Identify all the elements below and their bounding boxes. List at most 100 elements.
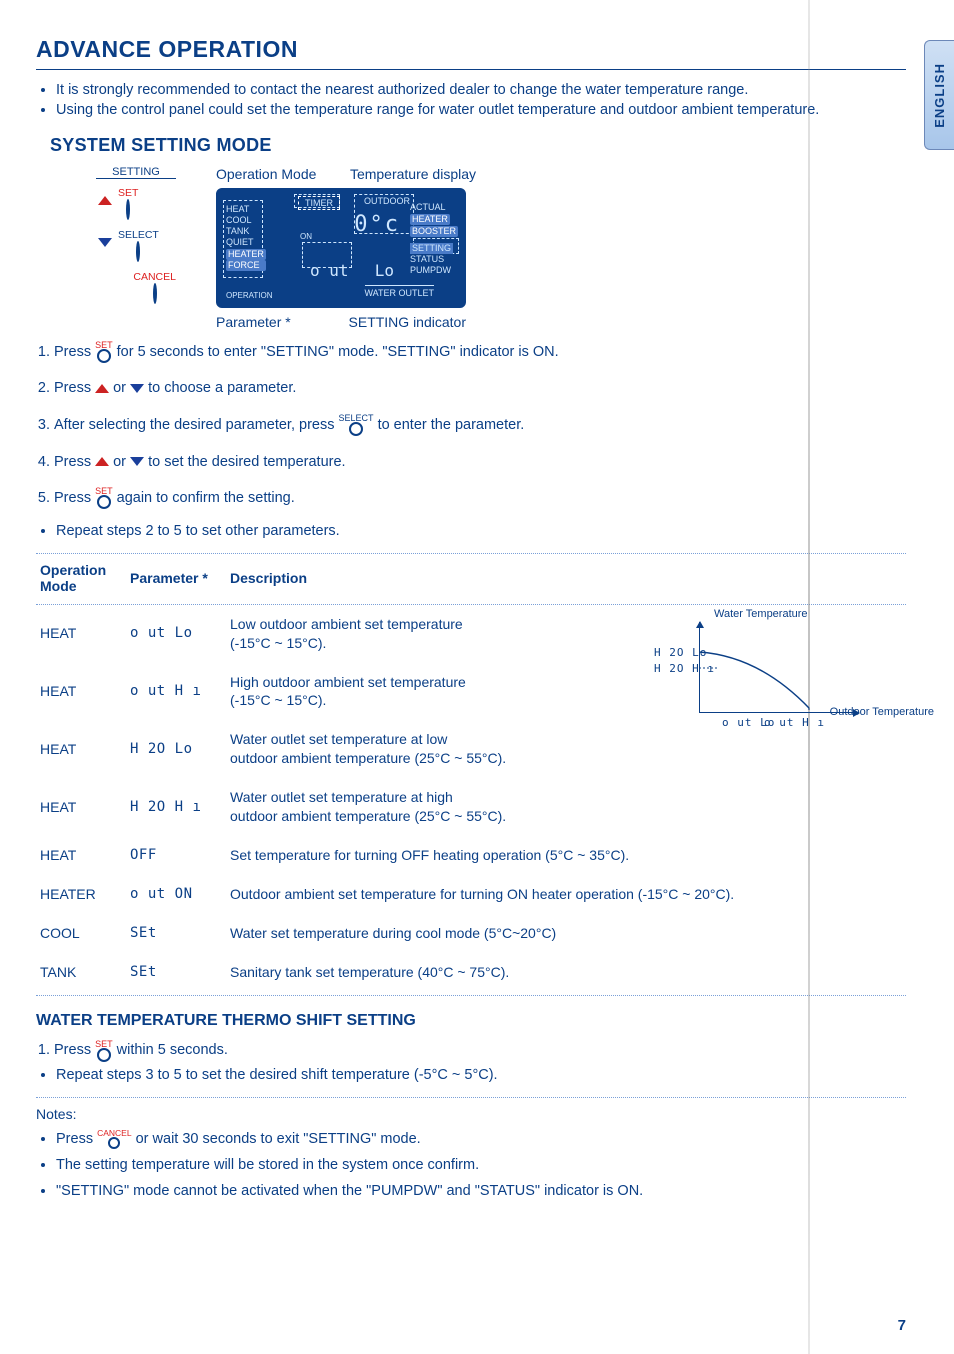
notes-header: Notes: [36,1106,906,1122]
cell-parameter: o ut H ı [126,663,226,721]
table-row: COOLSEtWater set temperature during cool… [36,914,906,953]
thermo-repeat: Repeat steps 3 to 5 to set the desired s… [56,1067,906,1083]
graph-ylabel: Water Temperature [714,608,808,620]
cell-mode: COOL [36,914,126,953]
down-icon-2 [130,457,144,466]
step-1: Press SET for 5 seconds to enter "SETTIN… [54,340,906,365]
step-5: Press SET again to confirm the setting. [54,486,906,511]
dotted-rule-3 [36,1097,906,1098]
step-3: After selecting the desired parameter, p… [54,413,906,438]
cell-parameter: OFF [126,836,226,875]
mode-quiet: QUIET [226,237,266,248]
cancel-label: CANCEL [133,271,176,283]
mode-heater: HEATER [226,249,266,260]
cell-description: Outdoor ambient set temperature for turn… [226,875,906,914]
cancel-circle-icon [153,283,157,304]
note-2: The setting temperature will be stored i… [56,1152,906,1178]
cell-description: Sanitary tank set temperature (40°C ~ 75… [226,953,906,992]
cell-mode: HEATER [36,875,126,914]
up-icon [95,384,109,393]
cell-description: Water outlet set temperature at high out… [226,778,906,836]
ind-actual: ACTUAL [410,202,446,212]
language-label: ENGLISH [932,63,947,128]
cell-mode: HEAT [36,720,126,778]
cell-mode: HEAT [36,663,126,721]
panel-top-right-label: Temperature display [350,166,476,182]
repeat-note: Repeat steps 2 to 5 to set other paramet… [56,523,906,539]
table-row: HEATH 2O H ıWater outlet set temperature… [36,778,906,836]
page-title: ADVANCE OPERATION [36,36,906,70]
graph-xlabel: Outdoor Temperature [830,706,934,718]
notes-list: Press CANCEL or wait 30 seconds to exit … [36,1126,906,1204]
select-label: SELECT [118,229,159,241]
timer-label: TIMER [298,196,340,210]
mode-heat: HEAT [226,204,266,215]
operation-label: OPERATION [226,291,273,300]
cancel-icon: CANCEL [97,1129,131,1149]
instruction-steps: Press SET for 5 seconds to enter "SETTIN… [36,340,906,511]
cell-parameter: SEt [126,953,226,992]
cell-parameter: SEt [126,914,226,953]
th-description: Description [226,554,906,600]
outdoor-label: OUTDOOR [364,196,410,206]
section-system-setting-mode: SYSTEM SETTING MODE [50,135,906,156]
panel-bottom-left-label: Parameter * [216,314,291,330]
ind-status: STATUS [410,254,444,264]
mode-force: FORCE [226,260,266,271]
panel-top-left-label: Operation Mode [216,166,316,182]
note-3: "SETTING" mode cannot be activated when … [56,1178,906,1204]
th-parameter: Parameter * [126,554,226,600]
up-icon-2 [95,457,109,466]
th-operation-mode: Operation Mode [36,554,126,600]
cell-parameter: H 2O H ı [126,778,226,836]
select-circle-icon [136,241,140,262]
table-row: HEATERo ut ONOutdoor ambient set tempera… [36,875,906,914]
down-triangle-icon [98,238,112,247]
diagram-row: SETTING SET SELECT CANCEL [96,166,906,330]
up-triangle-icon [98,196,112,205]
top-note-2: Using the control panel could set the te… [56,100,906,120]
cell-mode: HEAT [36,605,126,663]
water-temp-graph: Water Temperature Outdoor Temperature H … [614,622,914,742]
note-1: Press CANCEL or wait 30 seconds to exit … [56,1126,906,1152]
section-thermo-shift: WATER TEMPERATURE THERMO SHIFT SETTING [36,1012,906,1030]
setting-block-title: SETTING [96,166,176,179]
set-icon-3: SET [95,1040,113,1062]
cell-description: Set temperature for turning OFF heating … [226,836,906,875]
cell-mode: HEAT [36,836,126,875]
graph-x2: o ut H ı [764,716,825,729]
cancel-button-row: CANCEL [98,267,176,303]
on-label: ON [300,232,312,241]
mode-tank: TANK [226,226,266,237]
set-icon: SET [95,341,113,363]
ind-heater: HEATER [410,214,450,225]
set-icon-2: SET [95,487,113,509]
cell-parameter: H 2O Lo [126,720,226,778]
table-row: TANKSEtSanitary tank set temperature (40… [36,953,906,992]
set-button-row: SET [98,183,176,219]
select-button-row: SELECT [98,225,176,261]
cell-mode: HEAT [36,778,126,836]
lcd-panel: HEAT COOL TANK QUIET HEATER FORCE OPERAT… [216,188,466,308]
step-4: Press or to set the desired temperature. [54,450,906,475]
page-number: 7 [898,1317,906,1334]
language-side-tab: ENGLISH [924,40,954,150]
select-icon: SELECT [339,414,374,436]
ind-pumpdw: PUMPDW [410,265,451,275]
seg-display-lo: Lo [375,261,394,280]
right-indicator-col: ACTUAL HEATER BOOSTER SETTING STATUS PUM… [410,202,458,276]
seg-display-mid: o ut [310,261,349,280]
graph-curve [699,648,839,712]
water-outlet-label: WATER OUTLET [365,285,435,298]
cell-mode: TANK [36,953,126,992]
table-row: HEATOFFSet temperature for turning OFF h… [36,836,906,875]
cell-parameter: o ut Lo [126,605,226,663]
seg-display-top: 0°c [354,212,400,237]
panel-bottom-right-label: SETTING indicator [349,314,466,330]
step-2: Press or to choose a parameter. [54,376,906,401]
top-note-1: It is strongly recommended to contact th… [56,80,906,100]
thermo-steps: Press SET within 5 seconds. [36,1038,906,1063]
mode-cool: COOL [226,215,266,226]
set-label: SET [118,187,138,199]
down-icon [130,384,144,393]
